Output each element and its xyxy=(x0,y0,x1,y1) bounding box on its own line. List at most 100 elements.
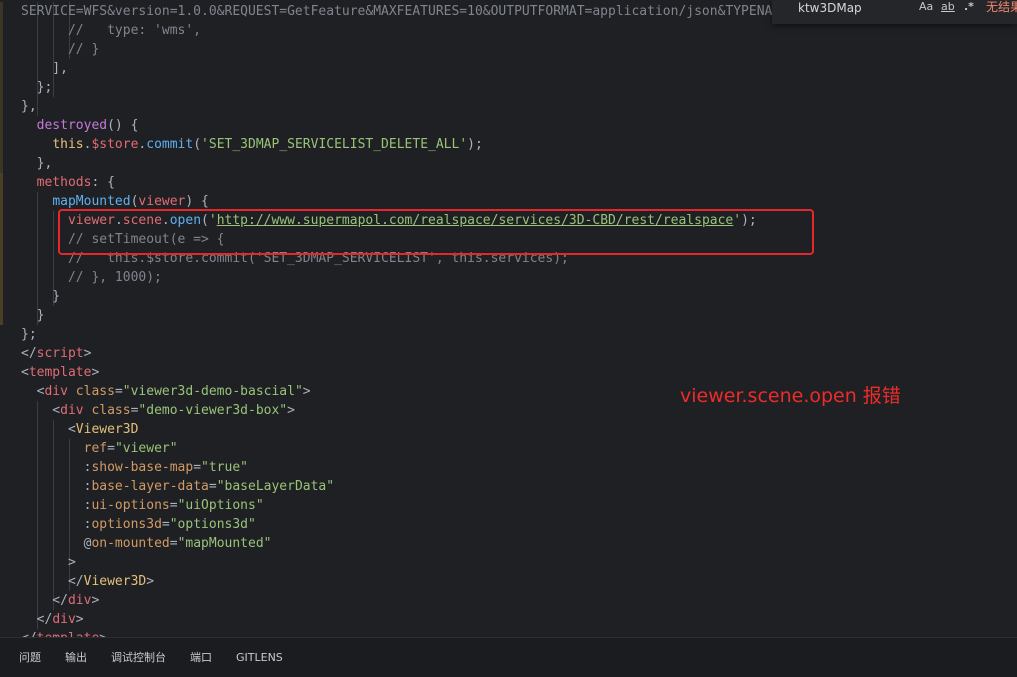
code-token: ], xyxy=(21,61,68,76)
code-line[interactable]: @on-mounted="mapMounted" xyxy=(21,534,272,553)
tab-gitlens[interactable]: GITLENS xyxy=(236,638,283,677)
code-line[interactable]: } xyxy=(21,306,45,325)
code-token: : xyxy=(21,498,92,513)
code-token: }, xyxy=(21,156,53,171)
code-token: > xyxy=(21,555,76,570)
code-line[interactable]: ref="viewer" xyxy=(21,439,178,458)
code-line[interactable]: <Viewer3D xyxy=(21,420,138,439)
find-input[interactable]: ktw3DMap xyxy=(798,0,862,17)
code-token: class xyxy=(75,384,115,399)
code-line[interactable]: // }, 1000); xyxy=(21,268,162,287)
code-line[interactable]: this.$store.commit('SET_3DMAP_SERVICELIS… xyxy=(21,135,483,154)
code-token: ) { xyxy=(185,194,209,209)
code-line[interactable]: > xyxy=(21,553,76,572)
code-token: = xyxy=(193,460,202,475)
code-line[interactable]: </div> xyxy=(21,610,84,629)
code-line[interactable]: }, xyxy=(21,154,53,173)
code-token: $store xyxy=(91,137,139,152)
code-token: "baseLayerData" xyxy=(216,479,335,494)
find-widget: ktw3DMap Aa ab .* 无结果 xyxy=(772,0,1017,24)
code-token: = xyxy=(169,536,178,551)
code-line[interactable]: :show-base-map="true" xyxy=(21,458,248,477)
code-line[interactable]: }; xyxy=(21,78,53,97)
tab-ports[interactable]: 端口 xyxy=(190,638,212,677)
code-token: ref xyxy=(83,441,108,456)
code-token: }; xyxy=(21,327,37,342)
code-line[interactable]: }; xyxy=(21,325,37,344)
code-token: > xyxy=(146,574,155,589)
code-token: : xyxy=(21,479,92,494)
code-line[interactable]: ], xyxy=(21,59,68,78)
code-token: 'SET_3DMAP_SERVICELIST_DELETE_ALL' xyxy=(201,137,468,152)
code-token: = xyxy=(208,479,217,494)
code-line[interactable]: </script> xyxy=(21,344,91,363)
code-line[interactable]: </template> xyxy=(21,629,107,637)
code-token: = xyxy=(161,517,170,532)
code-line[interactable]: // type: 'wms', xyxy=(21,21,201,40)
code-token: > xyxy=(287,403,295,418)
code-line[interactable]: // } xyxy=(21,40,99,59)
code-token: ( xyxy=(193,137,202,152)
code-token: on-mounted xyxy=(91,536,170,551)
code-token: destroyed xyxy=(36,118,108,133)
code-line[interactable]: </Viewer3D> xyxy=(21,572,154,591)
code-token: div xyxy=(67,593,92,608)
code-token: // }, 1000); xyxy=(21,270,162,285)
code-token: > xyxy=(75,612,84,627)
code-token: > xyxy=(91,593,100,608)
code-token: "viewer" xyxy=(114,441,178,456)
gutter-change-marker xyxy=(0,173,3,325)
code-token: "uiOptions" xyxy=(177,498,264,513)
code-token: show-base-map xyxy=(91,460,194,475)
code-line[interactable]: destroyed() { xyxy=(21,116,139,135)
code-line[interactable]: <div class="demo-viewer3d-box"> xyxy=(21,401,295,420)
code-token: // } xyxy=(21,42,100,57)
code-line[interactable]: }, xyxy=(21,97,37,116)
regex-toggle[interactable]: .* xyxy=(964,0,974,14)
code-line[interactable]: <template> xyxy=(21,363,99,382)
code-line[interactable]: :base-layer-data="baseLayerData" xyxy=(21,477,334,496)
code-token: commit xyxy=(146,137,194,152)
code-token: "options3d" xyxy=(169,517,256,532)
code-token: mapMounted xyxy=(52,194,131,209)
code-token: base-layer-data xyxy=(91,479,209,494)
tab-problems[interactable]: 问题 xyxy=(19,638,41,677)
code-line[interactable]: :options3d="options3d" xyxy=(21,515,256,534)
code-token: SERVICE=WFS&version=1.0.0&REQUEST=GetFea… xyxy=(21,4,789,19)
match-whole-word-toggle[interactable]: ab xyxy=(941,0,955,14)
code-token: : xyxy=(21,517,92,532)
code-token: : { xyxy=(91,175,115,190)
code-line[interactable]: } xyxy=(21,287,60,306)
code-token: } xyxy=(21,308,45,323)
code-token: = xyxy=(114,384,123,399)
code-line[interactable]: methods: { xyxy=(21,173,115,192)
code-line[interactable]: SERVICE=WFS&version=1.0.0&REQUEST=GetFea… xyxy=(21,2,788,21)
code-token: options3d xyxy=(91,517,162,532)
code-token: }; xyxy=(21,80,53,95)
code-token: "viewer3d-demo-bascial" xyxy=(122,384,303,399)
code-token: div xyxy=(52,612,76,627)
code-editor[interactable]: SERVICE=WFS&version=1.0.0&REQUEST=GetFea… xyxy=(0,0,1017,637)
code-token: div xyxy=(60,403,84,418)
code-token: } xyxy=(21,289,61,304)
code-token: ui-options xyxy=(91,498,170,513)
gutter-change-marker xyxy=(0,2,3,173)
find-result-count: 无结果 xyxy=(986,0,1017,14)
code-line[interactable]: :ui-options="uiOptions" xyxy=(21,496,264,515)
code-line[interactable]: </div> xyxy=(21,591,99,610)
match-case-toggle[interactable]: Aa xyxy=(919,0,933,14)
error-highlight-box xyxy=(58,209,814,255)
code-token: div xyxy=(44,384,68,399)
code-line[interactable]: <div class="viewer3d-demo-bascial"> xyxy=(21,382,311,401)
tab-output[interactable]: 输出 xyxy=(65,638,87,677)
tab-debug-console[interactable]: 调试控制台 xyxy=(111,638,166,677)
code-token: () { xyxy=(107,118,139,133)
code-token: "mapMounted" xyxy=(177,536,272,551)
code-token: viewer xyxy=(138,194,186,209)
